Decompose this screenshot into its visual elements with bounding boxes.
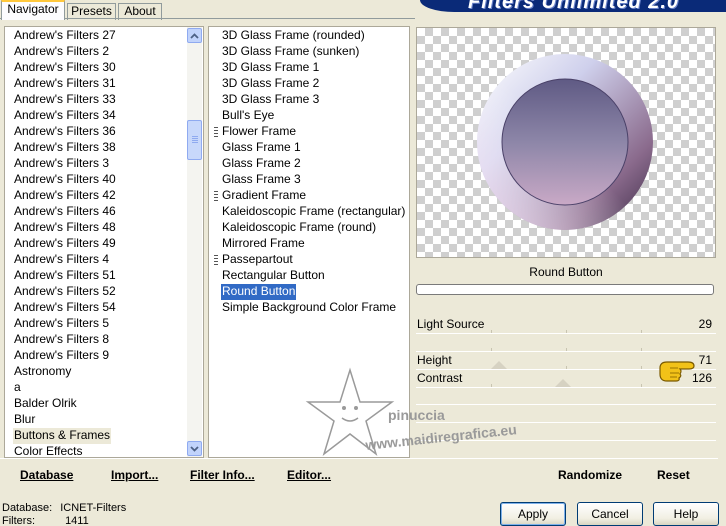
scroll-up-button[interactable] — [187, 28, 202, 43]
pointing-hand-icon — [659, 361, 695, 382]
action-bar: Database Import... Filter Info... Editor… — [0, 458, 718, 490]
status-database: Database: ICNET-Filters — [2, 502, 127, 514]
category-item[interactable]: Andrew's Filters 48 — [13, 220, 117, 236]
help-button[interactable]: Help — [653, 502, 719, 526]
category-item[interactable]: Andrew's Filters 40 — [13, 172, 117, 188]
filter-item[interactable]: Gradient Frame — [221, 188, 307, 204]
database-link[interactable]: Database — [20, 468, 73, 482]
cancel-button[interactable]: Cancel — [577, 502, 643, 526]
filter-item[interactable]: Rectangular Button — [221, 268, 326, 284]
filter-item[interactable]: 3D Glass Frame (rounded) — [221, 28, 366, 44]
category-item[interactable]: Andrew's Filters 30 — [13, 60, 117, 76]
filter-item[interactable]: Kaleidoscopic Frame (round) — [221, 220, 377, 236]
filter-item[interactable]: Glass Frame 2 — [221, 156, 302, 172]
group-grip-icon — [214, 191, 218, 201]
category-item[interactable]: Andrew's Filters 49 — [13, 236, 117, 252]
category-item[interactable]: Balder Olrik — [13, 396, 78, 412]
status-filters: Filters: 1411 — [2, 515, 89, 526]
database-name: ICNET-Filters — [60, 502, 127, 514]
filter-item[interactable]: Passepartout — [221, 252, 294, 268]
filter-item[interactable]: 3D Glass Frame 2 — [221, 76, 320, 92]
apply-button[interactable]: Apply — [500, 502, 566, 526]
slider-label: Light Source — [417, 317, 485, 331]
category-item[interactable]: Andrew's Filters 51 — [13, 268, 117, 284]
category-item[interactable]: Andrew's Filters 33 — [13, 92, 117, 108]
slider-value: 29 — [698, 317, 712, 331]
filter-item[interactable]: 3D Glass Frame 1 — [221, 60, 320, 76]
slider-value: 71 — [698, 353, 712, 367]
category-item[interactable]: Andrew's Filters 46 — [13, 204, 117, 220]
category-item[interactable]: Andrew's Filters 3 — [13, 156, 110, 172]
scroll-down-button[interactable] — [187, 441, 202, 456]
category-item[interactable]: Andrew's Filters 36 — [13, 124, 117, 140]
watermark-line2: www.maidiregrafica.eu — [364, 421, 518, 453]
category-item[interactable]: Andrew's Filters 38 — [13, 140, 117, 156]
category-item[interactable]: Andrew's Filters 27 — [13, 28, 117, 44]
progress-bar — [416, 284, 714, 295]
category-item[interactable]: Andrew's Filters 5 — [13, 316, 110, 332]
category-item[interactable]: a — [13, 380, 22, 396]
import-link[interactable]: Import... — [111, 468, 158, 482]
filter-item[interactable]: Flower Frame — [221, 124, 297, 140]
filter-item[interactable]: Glass Frame 1 — [221, 140, 302, 156]
thumb-grip — [192, 136, 198, 144]
scroll-thumb[interactable] — [187, 120, 202, 160]
watermark-logo: pinuccia www.maidiregrafica.eu — [305, 367, 518, 457]
watermark-line1: pinuccia — [388, 407, 445, 423]
round-button-preview — [477, 54, 653, 230]
product-title: Filters Unlimited 2.0 — [468, 0, 680, 12]
current-filter-name: Round Button — [529, 265, 603, 279]
category-item[interactable]: Andrew's Filters 8 — [13, 332, 110, 348]
editor-link[interactable]: Editor... — [287, 468, 331, 482]
category-item[interactable]: Andrew's Filters 9 — [13, 348, 110, 364]
slider-light-source[interactable]: Light Source 29 — [416, 316, 716, 334]
preview-panel — [416, 27, 716, 258]
product-banner: Filters Unlimited 2.0 — [420, 0, 726, 12]
group-grip-icon — [214, 127, 218, 137]
filter-item[interactable]: Mirrored Frame — [221, 236, 306, 252]
filter-item[interactable]: Bull's Eye — [221, 108, 275, 124]
slider-label: Height — [417, 353, 452, 367]
category-item[interactable]: Andrew's Filters 31 — [13, 76, 117, 92]
category-item[interactable]: Andrew's Filters 34 — [13, 108, 117, 124]
category-list[interactable]: Andrew's Filters 27 Andrew's Filters 2 And… — [4, 26, 204, 458]
filter-item[interactable]: Simple Background Color Frame — [221, 300, 397, 316]
tab-navigator[interactable]: Navigator — [1, 0, 65, 20]
category-item[interactable]: Andrew's Filters 4 — [13, 252, 110, 268]
category-item[interactable]: Andrew's Filters 42 — [13, 188, 117, 204]
chevron-up-icon — [190, 32, 199, 39]
category-item[interactable]: Andrew's Filters 54 — [13, 300, 117, 316]
filters-count: 1411 — [65, 515, 89, 526]
category-item[interactable]: Buttons & Frames — [13, 428, 112, 444]
randomize-link[interactable]: Randomize — [558, 468, 622, 482]
slider-empty-1 — [416, 334, 716, 352]
category-item[interactable]: Astronomy — [13, 364, 72, 380]
filter-item[interactable]: Kaleidoscopic Frame (rectangular) — [221, 204, 406, 220]
category-item[interactable]: Andrew's Filters 52 — [13, 284, 117, 300]
filter-item[interactable]: Round Button — [221, 284, 297, 300]
category-item[interactable]: Andrew's Filters 2 — [13, 44, 110, 60]
category-item[interactable]: Blur — [13, 412, 36, 428]
filter-info-link[interactable]: Filter Info... — [190, 468, 255, 482]
filter-item[interactable]: 3D Glass Frame (sunken) — [221, 44, 360, 60]
category-item[interactable]: Color Effects — [13, 444, 83, 457]
category-scrollbar[interactable] — [187, 27, 202, 457]
chevron-down-icon — [190, 445, 199, 452]
filter-item[interactable]: 3D Glass Frame 3 — [221, 92, 320, 108]
filter-item[interactable]: Glass Frame 3 — [221, 172, 302, 188]
group-grip-icon — [214, 255, 218, 265]
reset-link[interactable]: Reset — [657, 468, 690, 482]
